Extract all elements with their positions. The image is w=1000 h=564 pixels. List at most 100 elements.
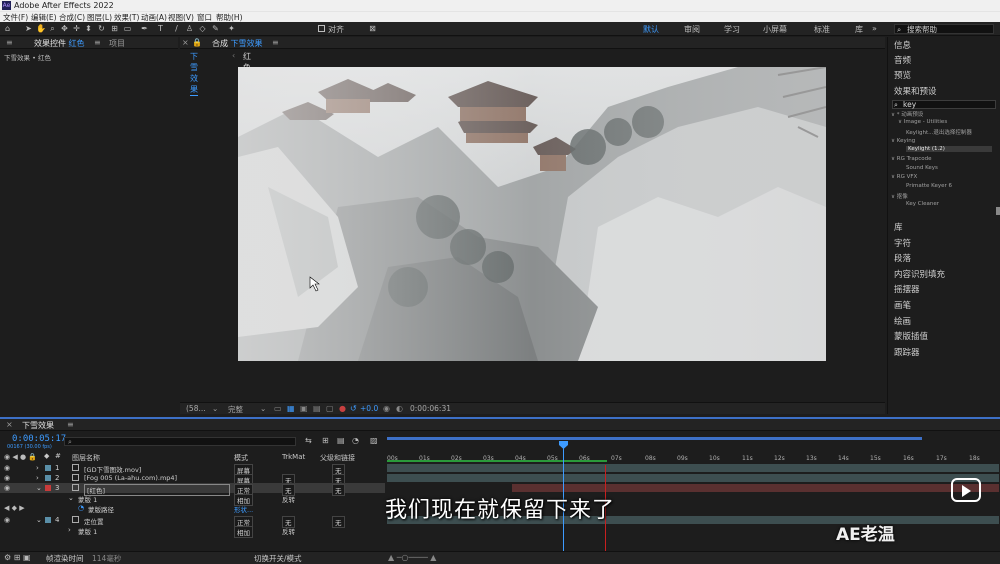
breadcrumb-comp[interactable]: 下雪效果: [190, 51, 198, 96]
visibility-icon[interactable]: ◉: [4, 484, 10, 492]
show-snapshot-icon[interactable]: ◐: [396, 404, 403, 413]
quality-dropdown[interactable]: 完整: [228, 404, 243, 415]
expand-icon[interactable]: ›: [68, 526, 71, 534]
selection-tool-icon[interactable]: ➤: [24, 24, 33, 33]
motion-blur-icon[interactable]: ◔: [352, 436, 359, 445]
workspace-learn[interactable]: 学习: [724, 24, 740, 35]
align-checkbox[interactable]: [318, 25, 325, 32]
anchor-tool-icon[interactable]: ⊞: [110, 24, 119, 33]
zoom-slider-icon[interactable]: ▲ ─○──── ▲: [388, 553, 436, 562]
tab-effect-controls[interactable]: 效果控件 红色: [34, 38, 85, 49]
comp-tab-menu-icon[interactable]: ≡: [272, 38, 279, 47]
tree-item[interactable]: Key Cleaner: [906, 201, 939, 207]
zoom-tool-icon[interactable]: ⌕: [48, 24, 57, 33]
tree-item[interactable]: Primatte Keyer 6: [906, 183, 952, 189]
visibility-icon[interactable]: ◉: [4, 464, 10, 472]
roto-brush-icon[interactable]: ✎: [211, 24, 220, 33]
expand-icon[interactable]: ›: [36, 474, 39, 482]
panel-mask-interpolation[interactable]: 蒙版插值: [894, 330, 928, 342]
panel-content-aware-fill[interactable]: 内容识别填充: [894, 268, 945, 280]
tree-item[interactable]: ∨ * 动画预设: [891, 110, 923, 118]
current-time[interactable]: 0:00:05:17: [12, 434, 66, 444]
scrollbar-thumb[interactable]: [996, 207, 1000, 215]
layer-bar[interactable]: [387, 464, 999, 472]
layer-bar[interactable]: [387, 474, 999, 482]
col-trkmat[interactable]: TrkMat: [282, 453, 305, 461]
toggle-switches-modes[interactable]: 切换开关/模式: [254, 553, 302, 564]
panel-paint[interactable]: 绘画: [894, 315, 911, 327]
panel-wiggler[interactable]: 摇摆器: [894, 283, 920, 295]
rectangle-tool-icon[interactable]: ▭: [123, 24, 132, 33]
snap-icon[interactable]: ⊠: [368, 24, 377, 33]
work-area-bar[interactable]: [387, 437, 922, 440]
exposure-value[interactable]: +0.0: [360, 404, 378, 413]
workspace-standard[interactable]: 标准: [814, 24, 830, 35]
panel-info[interactable]: 信息: [894, 39, 911, 51]
tree-item[interactable]: ∨ RG VFX: [891, 174, 917, 180]
tree-item[interactable]: ∨ Image - Utilities: [898, 119, 947, 125]
expand-icon[interactable]: ›: [36, 464, 39, 472]
timeline-search-input[interactable]: ⌕: [64, 437, 296, 446]
col-mode[interactable]: 模式: [234, 453, 248, 463]
lock-icon[interactable]: 🔒: [192, 38, 202, 47]
tab-project[interactable]: 项目: [109, 38, 125, 49]
home-icon[interactable]: ⌂: [3, 24, 12, 33]
panel-character[interactable]: 字符: [894, 237, 911, 249]
search-help-input[interactable]: ⌕ 搜索帮助: [894, 24, 994, 34]
pen-tool-icon[interactable]: ✒: [140, 24, 149, 33]
panel-effects-presets[interactable]: 效果和预设: [894, 85, 937, 97]
visibility-icon[interactable]: ◉: [4, 474, 10, 482]
zoom-dropdown[interactable]: (58...: [186, 404, 206, 413]
composition-viewer[interactable]: [238, 67, 826, 361]
workspace-default[interactable]: 默认: [643, 24, 659, 35]
orbit-tool-icon[interactable]: ✥: [60, 24, 69, 33]
tree-item[interactable]: Keylight...退出选择控制器: [906, 128, 972, 136]
guides-icon[interactable]: ▤: [313, 404, 321, 413]
workspace-small-screen[interactable]: 小屏幕: [763, 24, 787, 35]
tree-item[interactable]: Sound Keys: [906, 165, 938, 171]
menu-hamburger-icon[interactable]: ≡: [6, 38, 13, 47]
tree-item[interactable]: ∨ Keying: [891, 138, 915, 144]
rotate-tool-icon[interactable]: ↻: [97, 24, 106, 33]
pan-tool-icon[interactable]: ✛: [72, 24, 81, 33]
close-icon[interactable]: ×: [182, 38, 189, 47]
panel-brushes[interactable]: 画笔: [894, 299, 911, 311]
tab-composition[interactable]: 合成 下雪效果: [212, 38, 263, 49]
color-channels-icon[interactable]: ●: [339, 404, 346, 413]
comp-timecode[interactable]: 0:00:06:31: [410, 404, 451, 413]
panel-paragraph[interactable]: 段落: [894, 252, 911, 264]
dolly-tool-icon[interactable]: ⬍: [84, 24, 93, 33]
graph-editor-icon[interactable]: ▨: [370, 436, 378, 445]
label-color-swatch[interactable]: [45, 485, 51, 491]
draft-3d-icon[interactable]: ⊞: [322, 436, 329, 445]
effects-search-input[interactable]: ⌕ key: [892, 100, 996, 109]
tree-item[interactable]: ∨ RG Trapcode: [891, 156, 932, 162]
layer-row[interactable]: ◉ › 2 [Fog 005 (La-ahu.com).mp4] 屏幕 无 无: [0, 473, 385, 486]
label-color-swatch[interactable]: [45, 465, 51, 471]
tree-item[interactable]: ∨ 抠像: [891, 192, 908, 200]
timeline-close-icon[interactable]: ×: [6, 420, 13, 429]
mask-row[interactable]: › 蒙版 1 相加 反转: [0, 525, 385, 538]
stamp-tool-icon[interactable]: ♙: [185, 24, 194, 33]
layer-bar[interactable]: [512, 484, 999, 492]
timeline-menu-icon[interactable]: ≡: [67, 420, 74, 429]
panel-preview[interactable]: 预览: [894, 69, 911, 81]
type-tool-icon[interactable]: T: [156, 24, 165, 33]
footer-toggle-icons[interactable]: ⚙ ⊞ ▣: [4, 553, 31, 562]
mask-visibility-icon[interactable]: ▣: [300, 404, 308, 413]
workspace-overflow-icon[interactable]: »: [872, 24, 877, 33]
hand-tool-icon[interactable]: ✋: [36, 24, 46, 33]
region-icon[interactable]: ▭: [274, 404, 282, 413]
exposure-reset-icon[interactable]: ↺: [350, 404, 357, 413]
mask-inverted-label[interactable]: 反转: [282, 526, 295, 536]
panel-audio[interactable]: 音频: [894, 54, 911, 66]
mask-name[interactable]: 蒙版 1: [78, 526, 97, 536]
panel-libraries[interactable]: 库: [894, 221, 903, 233]
mask-mode[interactable]: 相加: [234, 526, 253, 538]
col-layer-name[interactable]: 图层名称: [72, 453, 100, 463]
panel-tracker[interactable]: 跟踪器: [894, 346, 920, 358]
snapshot-icon[interactable]: ◉: [383, 404, 390, 413]
3d-view-icon[interactable]: ▢: [326, 404, 334, 413]
tree-item-selected[interactable]: Keylight (1.2): [906, 146, 992, 152]
workspace-review[interactable]: 审阅: [684, 24, 700, 35]
